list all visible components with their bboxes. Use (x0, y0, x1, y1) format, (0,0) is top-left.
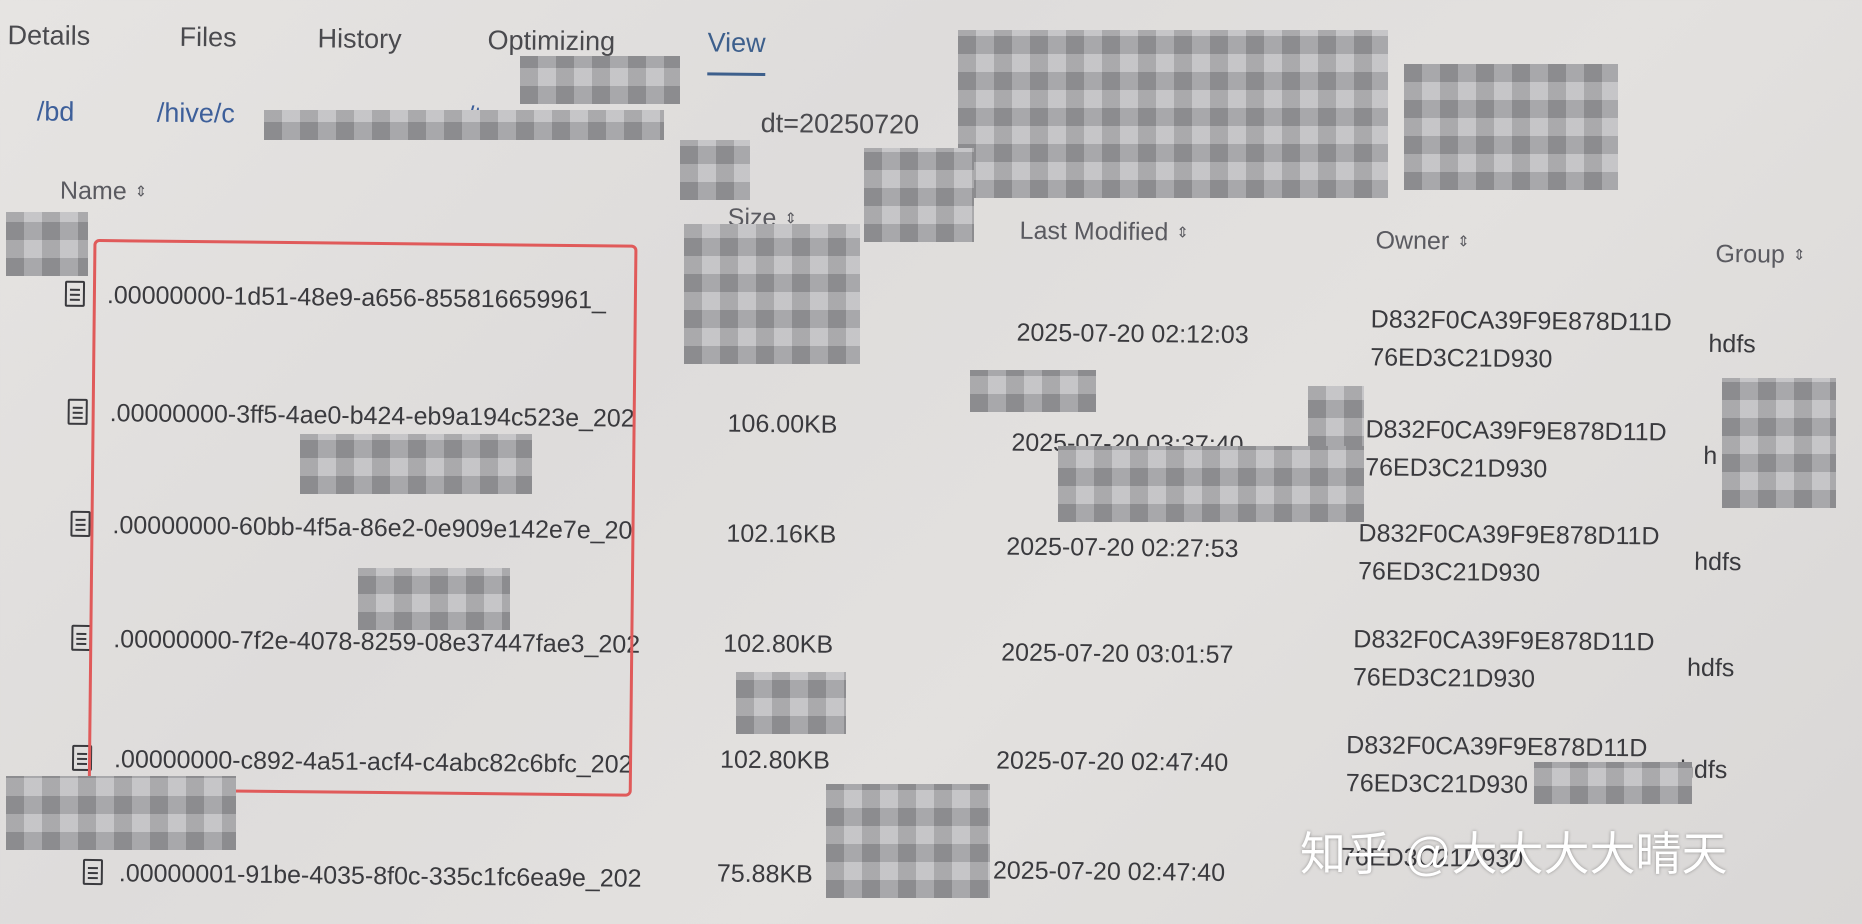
file-name-link[interactable]: .00000001-91be-4035-8f0c-335c1fc6ea9e_20… (119, 859, 709, 894)
mosaic-block (736, 672, 846, 734)
column-header-label: Owner (1375, 226, 1450, 256)
mosaic-block (826, 784, 990, 898)
owner-line: D832F0CA39F9E878D11D (1370, 305, 1672, 337)
file-modified: 2025-07-20 02:12:03 (1016, 318, 1249, 350)
breadcrumb-part[interactable]: /hive/c (157, 98, 235, 130)
column-header-name[interactable]: Name ⇕ (60, 177, 148, 207)
mosaic-block (1404, 64, 1618, 190)
mosaic-block (1058, 446, 1364, 522)
sort-icon: ⇕ (134, 183, 148, 201)
file-owner: D832F0CA39F9E878D11D 76ED3C21D930 (1370, 300, 1672, 379)
owner-line: 76ED3C21D930 (1370, 343, 1553, 374)
file-owner: D832F0CA39F9E878D11D 76ED3C21D930 (1365, 410, 1667, 489)
sort-icon: ⇕ (1176, 224, 1189, 242)
mosaic-block (6, 212, 88, 276)
owner-line: 76ED3C21D930 (1365, 453, 1548, 484)
watermark: 知乎 @大大大大晴天 (1300, 828, 1728, 880)
file-icon (64, 280, 86, 307)
file-icon (70, 510, 91, 537)
sort-icon: ⇕ (1457, 233, 1470, 251)
mosaic-block (684, 224, 860, 364)
owner-line: D832F0CA39F9E878D11D (1353, 625, 1655, 657)
file-owner: D832F0CA39F9E878D11D 76ED3C21D930 (1353, 620, 1655, 699)
file-size: 102.16KB (726, 519, 837, 549)
mosaic-block (358, 568, 510, 630)
file-size: 102.80KB (723, 629, 834, 659)
tab-view[interactable]: View (707, 27, 766, 77)
tab-files[interactable]: Files (179, 22, 236, 54)
file-modified: 2025-07-20 02:47:40 (995, 746, 1229, 777)
breadcrumb-partition: dt=20250720 (760, 107, 920, 140)
file-icon (67, 398, 88, 425)
column-header-label: Group (1715, 239, 1786, 269)
column-header-label: Name (59, 176, 127, 206)
highlight-box (87, 238, 638, 797)
file-owner: D832F0CA39F9E878D11D 76ED3C21D930 (1358, 514, 1660, 593)
owner-line: 76ED3C21D930 (1357, 557, 1541, 588)
mosaic-block (864, 148, 974, 242)
file-size: 106.00KB (727, 409, 838, 439)
owner-line: 76ED3C21D930 (1352, 663, 1536, 694)
column-header-owner[interactable]: Owner ⇕ (1375, 226, 1470, 256)
mosaic-block (970, 370, 1096, 412)
sort-icon: ⇕ (1792, 246, 1806, 264)
mosaic-block (520, 56, 680, 104)
tab-details[interactable]: Details (7, 20, 90, 52)
column-header-last-modified[interactable]: Last Modified ⇕ (1019, 217, 1189, 248)
file-modified: 2025-07-20 02:27:53 (1006, 532, 1239, 563)
file-group: hdfs (1694, 547, 1742, 577)
owner-line: D832F0CA39F9E878D11D (1358, 519, 1660, 551)
file-size: 75.88KB (716, 859, 813, 889)
mosaic-block (6, 776, 236, 850)
mosaic-block (300, 434, 532, 494)
sort-icon: ⇕ (784, 210, 798, 228)
file-group: h (1703, 441, 1718, 471)
tab-history[interactable]: History (317, 23, 401, 55)
column-header-label: Last Modified (1019, 216, 1169, 247)
file-icon (82, 858, 104, 886)
mosaic-block (264, 110, 664, 140)
column-header-group[interactable]: Group ⇕ (1715, 240, 1805, 270)
file-modified: 2025-07-20 03:01:57 (1001, 638, 1234, 669)
mosaic-block (1722, 378, 1836, 508)
file-modified: 2025-07-20 02:47:40 (992, 856, 1226, 887)
mosaic-block (680, 140, 750, 200)
owner-line: D832F0CA39F9E878D11D (1365, 415, 1667, 447)
mosaic-block (958, 30, 1388, 198)
file-group: hdfs (1686, 653, 1735, 683)
tab-optimizing[interactable]: Optimizing (487, 25, 615, 57)
file-group: hdfs (1708, 329, 1756, 359)
mosaic-block (1534, 762, 1692, 804)
breadcrumb-part[interactable]: /bd (37, 96, 75, 127)
file-size: 102.80KB (719, 745, 831, 775)
